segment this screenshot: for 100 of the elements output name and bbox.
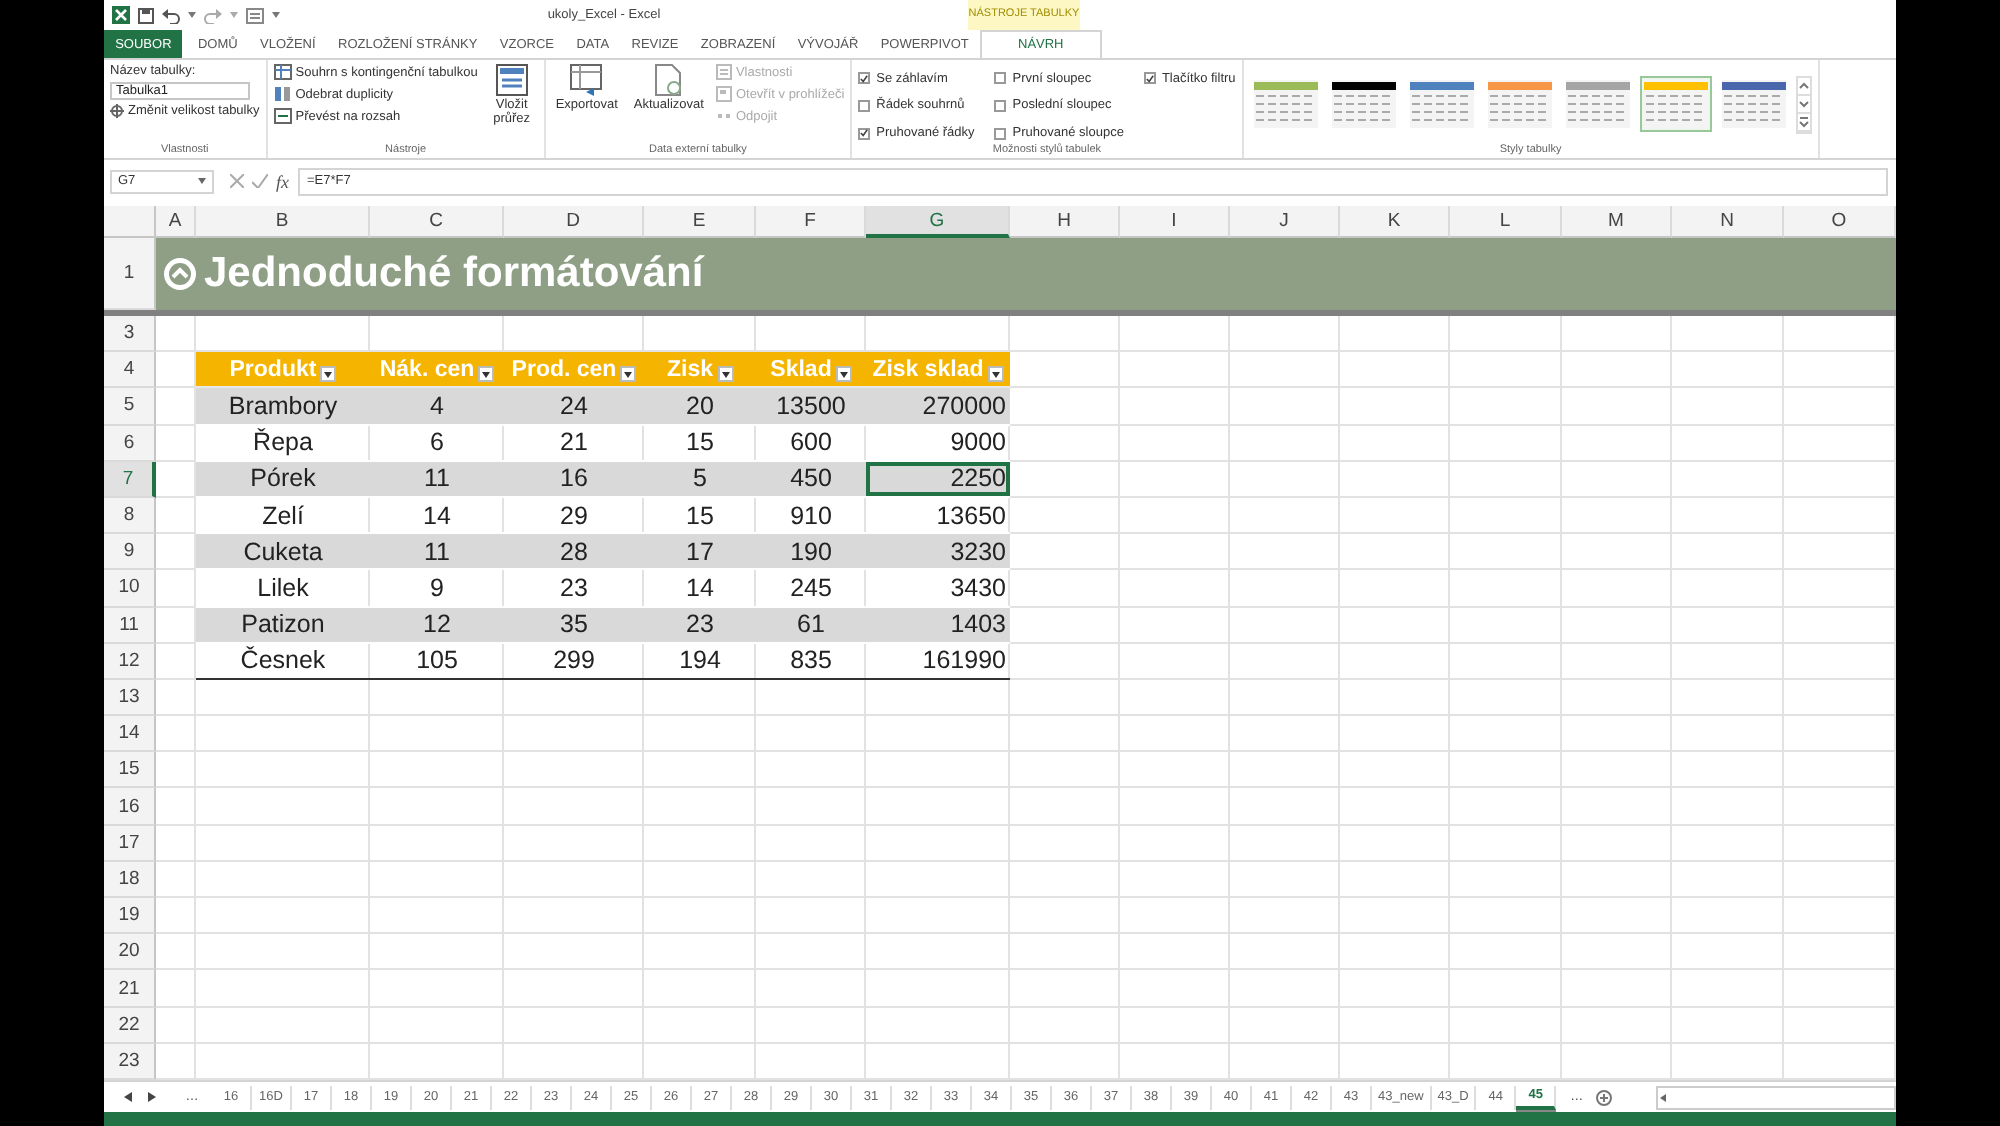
cancel-icon[interactable] — [230, 174, 244, 188]
enter-icon[interactable] — [252, 174, 268, 188]
table-style-swatch[interactable] — [1643, 80, 1708, 128]
row-heading[interactable]: 21 — [104, 970, 156, 1008]
document-icon — [715, 86, 732, 102]
row-heading[interactable]: 17 — [104, 825, 156, 862]
row-heading[interactable]: 14 — [104, 716, 156, 753]
column-heading[interactable]: N — [1672, 206, 1784, 238]
row-heading[interactable]: 6 — [104, 425, 156, 462]
scroll-down-icon[interactable] — [1797, 95, 1810, 113]
table-cell: 450 — [756, 461, 866, 498]
table-cell: 23 — [644, 607, 756, 644]
row-heading[interactable]: 20 — [104, 934, 156, 971]
dropdown-icon — [991, 371, 1000, 378]
filter-button[interactable] — [835, 366, 852, 383]
row-heading[interactable]: 16 — [104, 788, 156, 826]
form-icon[interactable] — [246, 7, 264, 23]
row-heading[interactable]: 23 — [104, 1043, 156, 1080]
checkmark-icon — [860, 73, 869, 84]
column-heading[interactable]: J — [1230, 206, 1340, 238]
table-cell: 270000 — [866, 388, 1010, 426]
scroll-right-icon[interactable] — [148, 1092, 156, 1102]
redo-icon[interactable] — [204, 7, 222, 23]
row-heading[interactable]: 4 — [104, 352, 156, 389]
table-cell: 28 — [504, 534, 644, 571]
horizontal-scrollbar[interactable] — [1656, 1085, 1896, 1109]
table-style-swatch[interactable] — [1721, 80, 1786, 128]
column-heading[interactable]: L — [1450, 206, 1562, 238]
table-cell: 13500 — [756, 388, 866, 426]
scroll-left-icon[interactable] — [1658, 1089, 1671, 1105]
row-heading[interactable]: 22 — [104, 1007, 156, 1044]
table-cell: 17 — [644, 534, 756, 571]
sheet-title: Jednoduché formátování — [204, 250, 704, 298]
filter-button[interactable] — [620, 366, 637, 383]
header-label: Zisk — [666, 357, 713, 382]
row-heading[interactable]: 19 — [104, 898, 156, 935]
row-heading[interactable]: 8 — [104, 497, 156, 535]
table-cell: Brambory — [196, 388, 370, 426]
filter-button[interactable] — [717, 366, 733, 383]
table-icon — [273, 64, 292, 80]
caret-icon[interactable] — [272, 12, 280, 18]
column-heading[interactable]: K — [1340, 206, 1450, 238]
table-cell: 4 — [370, 388, 504, 426]
table-style-swatch[interactable] — [1487, 80, 1552, 128]
undo-icon[interactable] — [162, 7, 180, 23]
column-heading[interactable]: O — [1784, 206, 1896, 238]
table-cell: 161990 — [866, 643, 1010, 680]
dropdown-icon — [839, 371, 848, 378]
row-heading[interactable]: 12 — [104, 643, 156, 680]
add-sheet-icon[interactable] — [1596, 1089, 1613, 1105]
row-heading[interactable]: 1 — [104, 238, 156, 310]
column-heading[interactable]: D — [504, 206, 644, 238]
column-heading[interactable]: E — [644, 206, 756, 238]
header-label: Zisk sklad — [872, 357, 984, 382]
scroll-up-icon[interactable] — [1797, 77, 1810, 95]
table-style-swatch[interactable] — [1565, 80, 1630, 128]
row-heading[interactable]: 11 — [104, 607, 156, 644]
checkmark-icon — [860, 128, 869, 139]
save-icon[interactable] — [138, 7, 154, 23]
column-heading[interactable]: H — [1010, 206, 1120, 238]
dropdown-icon — [624, 371, 633, 378]
row-heading[interactable]: 3 — [104, 316, 156, 353]
dropdown-icon — [482, 371, 491, 378]
row-heading[interactable]: 18 — [104, 861, 156, 899]
caret-icon[interactable] — [188, 12, 196, 18]
caret-icon — [198, 178, 206, 184]
filter-button[interactable] — [478, 366, 495, 383]
row-heading[interactable]: 13 — [104, 679, 156, 717]
table-cell: 11 — [370, 461, 504, 498]
header-label: Sklad — [770, 357, 832, 382]
table-cell: 299 — [504, 643, 644, 680]
app-icon[interactable] — [112, 6, 130, 24]
table-cell: 835 — [756, 643, 866, 680]
more-icon[interactable] — [1797, 113, 1810, 131]
table-cell: 12 — [370, 607, 504, 644]
column-heading[interactable]: M — [1562, 206, 1672, 238]
column-heading[interactable]: B — [196, 206, 370, 238]
insert-function-button[interactable]: fx — [276, 171, 289, 191]
table-style-swatch[interactable] — [1331, 80, 1396, 128]
filter-button[interactable] — [320, 366, 337, 383]
column-heading[interactable]: F — [756, 206, 866, 238]
dropdown-icon — [324, 371, 333, 378]
table-style-swatch[interactable] — [1253, 80, 1318, 128]
table-cell: Patizon — [196, 607, 370, 644]
scroll-left-icon[interactable] — [124, 1092, 132, 1102]
caret-icon[interactable] — [230, 12, 238, 18]
row-heading[interactable]: 9 — [104, 534, 156, 571]
table-cell: Cuketa — [196, 534, 370, 571]
document-refresh-icon — [652, 64, 685, 96]
row-heading[interactable]: 7 — [104, 461, 156, 498]
row-heading[interactable]: 5 — [104, 388, 156, 426]
column-heading[interactable]: A — [156, 206, 196, 238]
row-heading[interactable]: 10 — [104, 570, 156, 608]
column-heading[interactable]: C — [370, 206, 504, 238]
row-heading[interactable]: 15 — [104, 752, 156, 789]
table-style-swatch[interactable] — [1409, 80, 1474, 128]
table-cell: 1403 — [866, 607, 1010, 644]
column-heading[interactable]: I — [1120, 206, 1230, 238]
column-heading[interactable]: G — [866, 206, 1010, 238]
filter-button[interactable] — [987, 366, 1004, 383]
